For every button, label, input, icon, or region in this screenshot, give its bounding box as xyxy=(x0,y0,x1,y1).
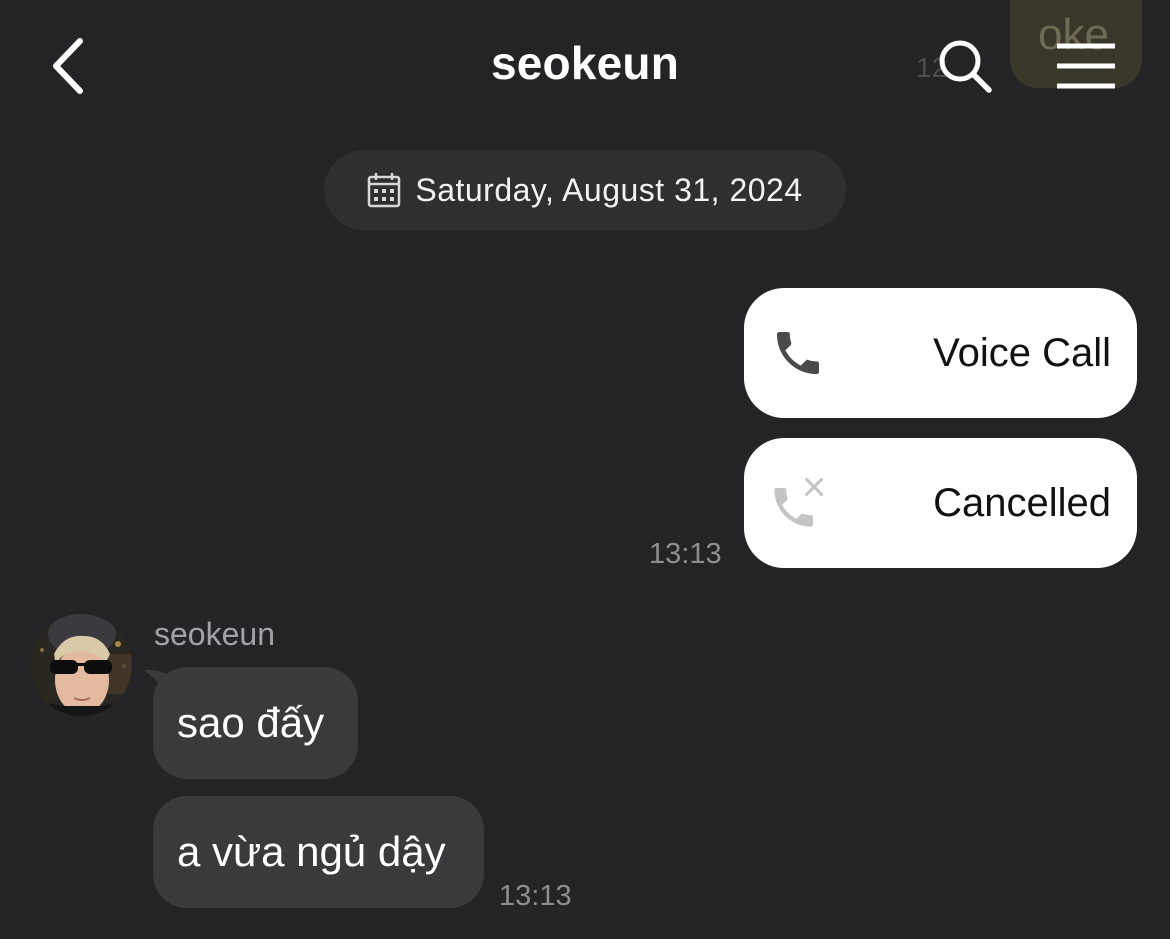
date-separator: Saturday, August 31, 2024 xyxy=(324,150,846,230)
chevron-left-icon xyxy=(53,38,83,94)
hamburger-menu-icon xyxy=(1057,43,1115,89)
voice-call-bubble[interactable]: Voice Call xyxy=(744,288,1137,418)
calendar-icon xyxy=(368,173,401,208)
avatar[interactable] xyxy=(30,614,132,716)
phone-icon xyxy=(768,323,828,383)
menu-button[interactable] xyxy=(1050,36,1122,96)
message-text: sao đấy xyxy=(177,699,325,746)
cancelled-call-bubble[interactable]: Cancelled xyxy=(744,438,1137,568)
search-button[interactable] xyxy=(932,34,998,98)
cancelled-call-label: Cancelled xyxy=(933,480,1111,525)
date-label: Saturday, August 31, 2024 xyxy=(415,171,803,208)
back-button[interactable] xyxy=(40,34,96,98)
sender-name: seokeun xyxy=(154,616,275,652)
incoming-message-bubble[interactable]: sao đấy xyxy=(153,667,358,779)
message-text: a vừa ngủ dậy xyxy=(177,828,446,875)
voice-call-label: Voice Call xyxy=(933,330,1111,375)
incoming-message-bubble[interactable]: a vừa ngủ dậy xyxy=(153,796,484,908)
incoming-timestamp: 13:13 xyxy=(499,880,572,912)
outgoing-timestamp: 13:13 xyxy=(649,538,722,570)
phone-cancelled-icon xyxy=(768,473,828,533)
search-icon xyxy=(939,40,992,93)
